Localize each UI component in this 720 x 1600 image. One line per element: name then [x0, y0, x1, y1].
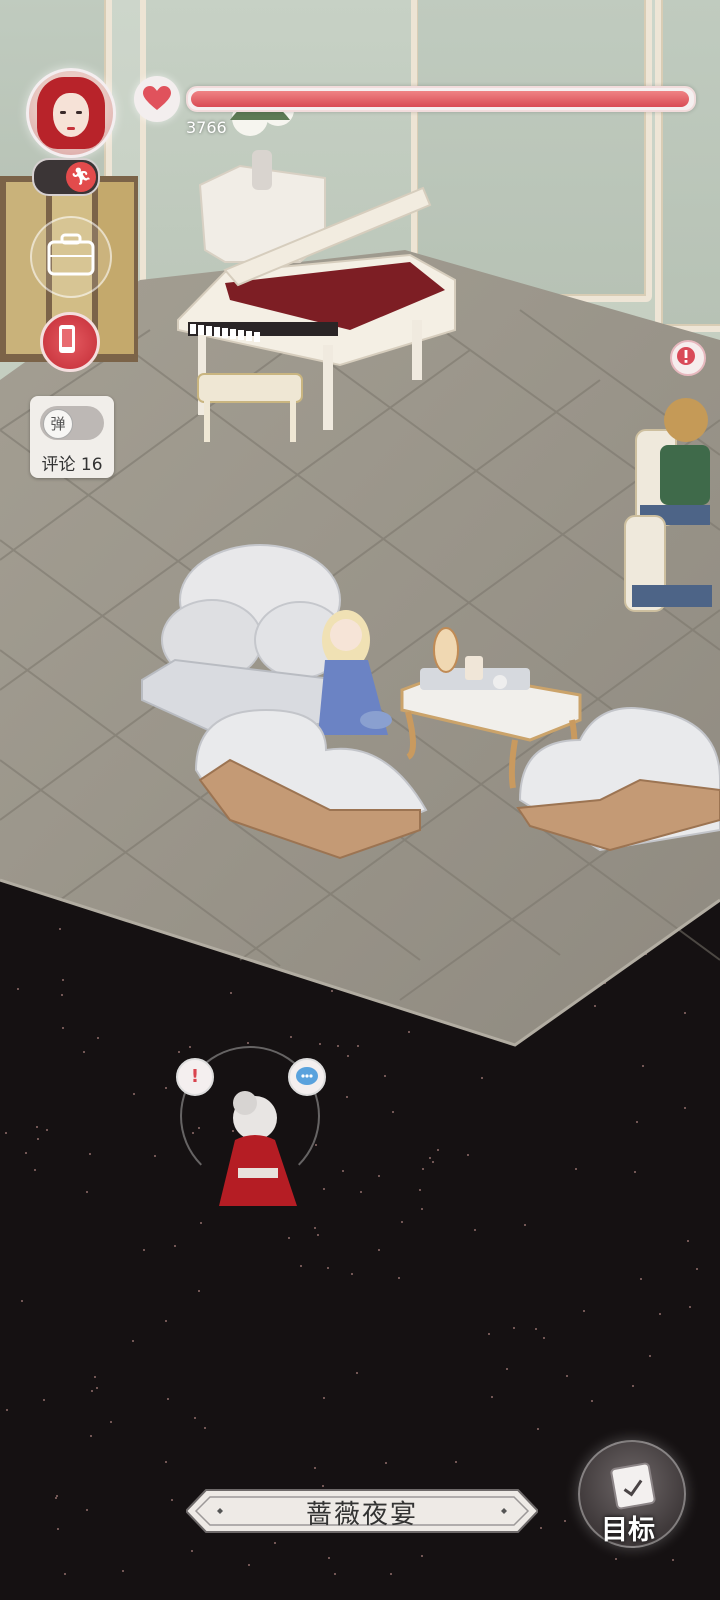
chat-bubble-icon[interactable]: [288, 1058, 326, 1096]
goal-label[interactable]: 目标: [584, 1508, 672, 1547]
hp-value: 3766: [186, 118, 227, 137]
luggage-button[interactable]: [30, 216, 112, 298]
player-avatar[interactable]: [26, 68, 116, 158]
danmaku-toggle[interactable]: 弹: [40, 406, 104, 440]
comment-panel[interactable]: 弹 评论 16: [30, 396, 114, 478]
run-toggle[interactable]: 🏃︎: [32, 158, 100, 196]
game-scene: ! 🏃︎ 3766 弹 评论 16 蔷薇夜宴 目标: [0, 0, 720, 1600]
exclamation-icon[interactable]: [670, 340, 706, 376]
comment-count: 评论 16: [41, 455, 103, 475]
suitcase-icon: [47, 233, 95, 276]
scene-title: 蔷薇夜宴: [305, 1500, 418, 1530]
phone-button[interactable]: [40, 312, 100, 372]
running-person-icon: 🏃︎: [66, 162, 96, 192]
heart-icon: [134, 76, 180, 122]
npc-exclamation-icon[interactable]: !: [176, 1058, 214, 1096]
phone-icon: [59, 325, 75, 353]
hp-bar-fill: [191, 91, 689, 107]
hp-bar: [186, 86, 696, 112]
